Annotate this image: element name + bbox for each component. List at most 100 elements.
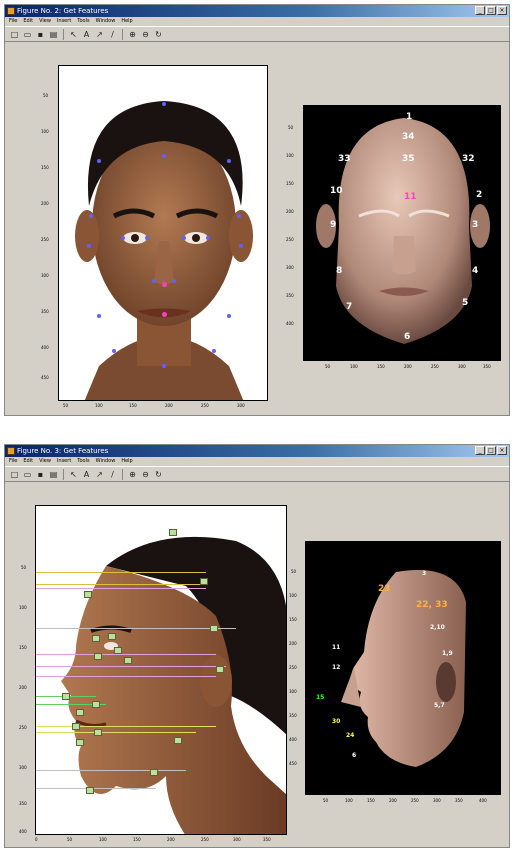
landmark-point[interactable]	[97, 314, 101, 318]
line-icon[interactable]: /	[107, 469, 118, 480]
save-icon[interactable]: ▪	[35, 29, 46, 40]
landmark-marker[interactable]	[92, 635, 100, 642]
profile-photo-axes	[35, 505, 287, 835]
menu-window[interactable]: Window	[96, 457, 116, 466]
landmark-point[interactable]	[172, 279, 176, 283]
x-tick-label: 150	[377, 364, 385, 369]
landmark-marker[interactable]	[200, 578, 208, 585]
menu-window[interactable]: Window	[96, 17, 116, 26]
landmark-marker[interactable]	[174, 737, 182, 744]
menu-view[interactable]: View	[39, 457, 51, 466]
minimize-button[interactable]: _	[475, 6, 485, 15]
x-tick-label: 350	[263, 837, 271, 842]
save-icon[interactable]: ▪	[35, 469, 46, 480]
landmark-marker[interactable]	[86, 787, 94, 794]
landmark-marker[interactable]	[108, 633, 116, 640]
landmark-marker[interactable]	[72, 723, 80, 730]
landmark-marker[interactable]	[210, 625, 218, 632]
landmark-point[interactable]	[112, 349, 116, 353]
landmark-point[interactable]	[227, 314, 231, 318]
new-icon[interactable]: □	[9, 469, 20, 480]
arrow-icon[interactable]: ↖	[68, 469, 79, 480]
x-tick-label: 100	[350, 364, 358, 369]
y-tick-label: 400	[19, 829, 27, 834]
menu-view[interactable]: View	[39, 17, 51, 26]
zoom-out-icon[interactable]: ⊖	[140, 469, 151, 480]
rotate-icon[interactable]: ↻	[153, 469, 164, 480]
landmark-point[interactable]	[237, 214, 241, 218]
line-icon[interactable]: /	[107, 29, 118, 40]
landmark-marker[interactable]	[124, 657, 132, 664]
landmark-point[interactable]	[206, 236, 210, 240]
x-tick-label: 300	[237, 403, 245, 408]
close-button[interactable]: ×	[497, 6, 507, 15]
open-icon[interactable]: ▭	[22, 29, 33, 40]
landmark-marker[interactable]	[62, 693, 70, 700]
landmark-point[interactable]	[162, 154, 166, 158]
print-icon[interactable]: ▤	[48, 29, 59, 40]
landmark-point[interactable]	[227, 159, 231, 163]
landmark-point[interactable]	[162, 364, 166, 368]
open-icon[interactable]: ▭	[22, 469, 33, 480]
landmark-marker[interactable]	[114, 647, 122, 654]
menu-tools[interactable]: Tools	[77, 17, 89, 26]
arrow-draw-icon[interactable]: ↗	[94, 469, 105, 480]
title-bar[interactable]: Figure No. 2: Get Features _ □ ×	[5, 5, 509, 17]
landmark-marker[interactable]	[76, 709, 84, 716]
x-tick-label: 50	[67, 837, 73, 842]
menu-help[interactable]: Help	[121, 17, 132, 26]
landmark-point[interactable]	[89, 214, 93, 218]
landmark-point-selected[interactable]	[162, 312, 167, 317]
new-icon[interactable]: □	[9, 29, 20, 40]
landmark-point[interactable]	[145, 236, 149, 240]
menu-insert[interactable]: Insert	[57, 17, 71, 26]
window-title: Figure No. 2: Get Features	[17, 7, 109, 15]
landmark-marker[interactable]	[84, 591, 92, 598]
menu-help[interactable]: Help	[121, 457, 132, 466]
landmark-label: 11	[404, 192, 417, 202]
zoom-in-icon[interactable]: ⊕	[127, 469, 138, 480]
arrow-draw-icon[interactable]: ↗	[94, 29, 105, 40]
zoom-in-icon[interactable]: ⊕	[127, 29, 138, 40]
arrow-icon[interactable]: ↖	[68, 29, 79, 40]
menu-tools[interactable]: Tools	[77, 457, 89, 466]
maximize-button[interactable]: □	[486, 6, 496, 15]
landmark-point[interactable]	[87, 244, 91, 248]
landmark-point[interactable]	[212, 349, 216, 353]
x-tick-label: 100	[99, 837, 107, 842]
text-icon[interactable]: A	[81, 469, 92, 480]
text-icon[interactable]: A	[81, 29, 92, 40]
landmark-point[interactable]	[162, 102, 166, 106]
menu-insert[interactable]: Insert	[57, 457, 71, 466]
landmark-marker[interactable]	[169, 529, 177, 536]
menu-file[interactable]: File	[9, 457, 17, 466]
landmark-marker[interactable]	[216, 666, 224, 673]
menu-file[interactable]: File	[9, 17, 17, 26]
landmark-point[interactable]	[239, 244, 243, 248]
close-button[interactable]: ×	[497, 446, 507, 455]
y-tick-label: 100	[289, 593, 297, 598]
menu-bar: File Edit View Insert Tools Window Help	[5, 17, 509, 26]
landmark-point[interactable]	[97, 159, 101, 163]
landmark-point[interactable]	[182, 236, 186, 240]
landmark-label: 15	[316, 694, 325, 701]
guide-line	[36, 726, 216, 727]
menu-edit[interactable]: Edit	[23, 17, 33, 26]
landmark-marker[interactable]	[92, 701, 100, 708]
landmark-marker[interactable]	[150, 769, 158, 776]
landmark-point[interactable]	[152, 279, 156, 283]
title-bar[interactable]: Figure No. 3: Get Features _ □ ×	[5, 445, 509, 457]
menu-edit[interactable]: Edit	[23, 457, 33, 466]
landmark-point-selected[interactable]	[162, 282, 167, 287]
landmark-marker[interactable]	[76, 739, 84, 746]
toolbar-separator	[122, 28, 123, 40]
rotate-icon[interactable]: ↻	[153, 29, 164, 40]
maximize-button[interactable]: □	[486, 446, 496, 455]
landmark-label: 4	[472, 266, 479, 276]
zoom-out-icon[interactable]: ⊖	[140, 29, 151, 40]
landmark-point[interactable]	[121, 236, 125, 240]
minimize-button[interactable]: _	[475, 446, 485, 455]
print-icon[interactable]: ▤	[48, 469, 59, 480]
landmark-marker[interactable]	[94, 729, 102, 736]
landmark-marker[interactable]	[94, 653, 102, 660]
